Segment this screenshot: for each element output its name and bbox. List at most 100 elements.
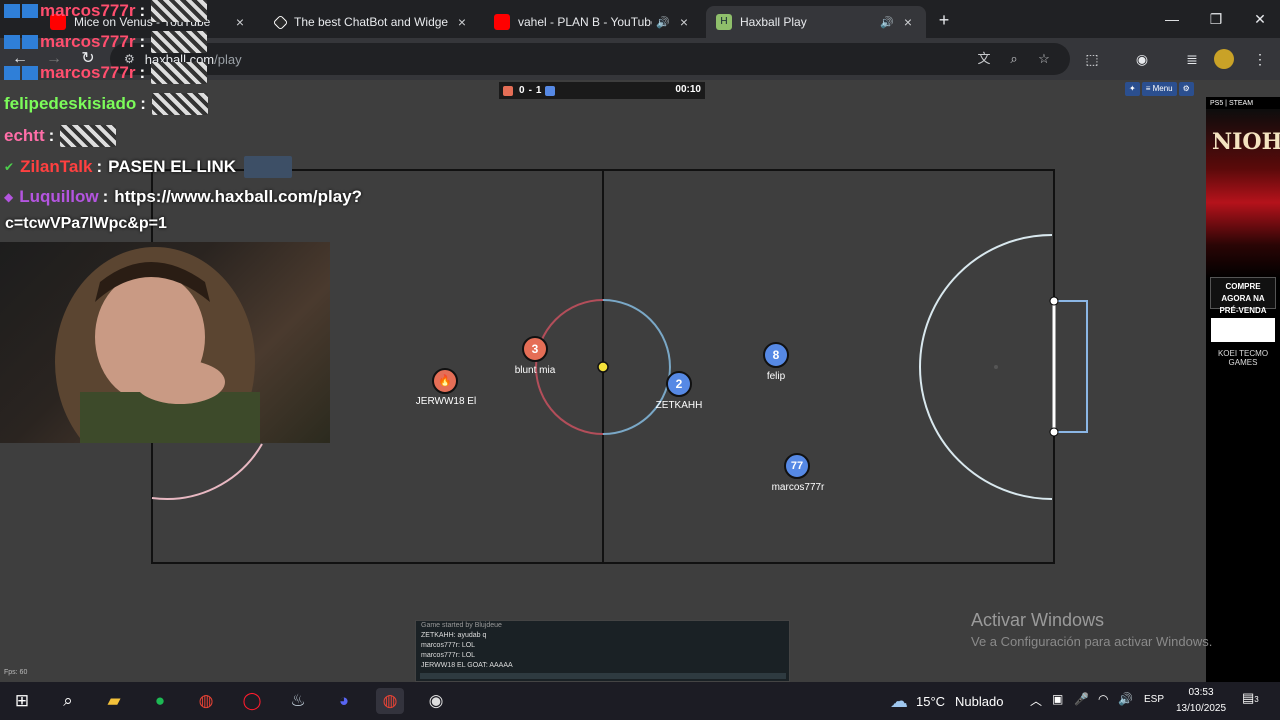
overlay-chat-message: felipedeskisiado : (4, 93, 208, 115)
obs-icon[interactable]: ◉ (422, 688, 450, 714)
badge-icon (22, 35, 38, 49)
profile-avatar[interactable] (1214, 49, 1234, 69)
emote-icon (151, 31, 208, 53)
gear-icon[interactable]: ⚙ (1178, 82, 1194, 96)
check-icon: ✔ (4, 160, 15, 174)
badge-icon (4, 35, 20, 49)
wifi-icon[interactable]: ◠ (1098, 692, 1108, 706)
overlay-chat-message: marcos777r : (4, 31, 208, 53)
fps-counter: Fps: 60 (4, 669, 28, 676)
audio-playing-icon[interactable]: 🔊 (880, 16, 894, 29)
maximize-button[interactable]: ❐ (1194, 0, 1238, 38)
chat-input[interactable] (420, 673, 786, 679)
chat-line: ZETKAHH: ayudab q (421, 632, 487, 639)
chat-line: Game started by Blujdeue (421, 622, 502, 629)
ad-logo: NIOH (1212, 129, 1280, 155)
age-rating-badge (1210, 317, 1276, 343)
translate-icon[interactable]: 文 (974, 49, 994, 69)
weather-desc: Nublado (955, 693, 1004, 709)
spotify-icon[interactable]: ● (146, 688, 174, 714)
activate-windows-title: Activar Windows (971, 610, 1105, 630)
chrome-icon[interactable]: ◍ (192, 688, 220, 714)
reading-list-icon[interactable]: ≣ (1180, 47, 1204, 71)
overlay-chat-message: ◆ Luquillow : https://www.haxball.com/pl… (4, 187, 363, 206)
match-timer: 00:10 (675, 84, 701, 95)
player-name-label: marcos777r (771, 482, 825, 493)
cloud-icon: ☁ (890, 690, 908, 711)
close-tab-icon[interactable]: × (900, 14, 916, 30)
emote-icon (151, 62, 208, 84)
blue-score: 1 (535, 85, 542, 96)
windows-start-icon[interactable]: ⊞ (8, 688, 36, 714)
minimize-button[interactable]: — (1150, 0, 1194, 38)
player-number: 8 (772, 348, 780, 362)
notification-icon[interactable]: ▤3 (1242, 690, 1259, 706)
clock-date: 13/10/2025 (1175, 703, 1227, 714)
microphone-icon[interactable]: 🎤 (1074, 692, 1089, 706)
device-icon[interactable]: ▣ (1052, 692, 1063, 706)
ad-cta[interactable]: COMPRE AGORA NA PRÉ-VENDA (1210, 277, 1276, 315)
zoom-icon[interactable]: ⌕ (1004, 49, 1024, 69)
badge-icon (22, 4, 38, 18)
tab-vahel-plan-b[interactable]: vahel - PLAN B - YouTube 🔊 × (484, 6, 702, 38)
badge-icon (4, 66, 20, 80)
close-tab-icon[interactable]: × (676, 14, 692, 30)
player-name-label: blunt mia (514, 365, 556, 376)
player-name-label: ZETKAHH (655, 400, 703, 411)
chat-username: marcos777r (40, 1, 136, 20)
overlay-chat-message: marcos777r : (4, 0, 208, 22)
player-marcos777r: 77 (784, 453, 810, 479)
weather-widget[interactable]: ☁ 15°C Nublado (890, 682, 1003, 720)
emote-icon (151, 0, 208, 22)
player-number: 77 (790, 460, 804, 472)
search-icon[interactable]: ⌕ (54, 688, 82, 714)
gem-icon: ◆ (4, 190, 14, 204)
weather-temp: 15°C (916, 693, 946, 709)
discord-icon[interactable]: ◕ (330, 688, 358, 714)
emote-icon (60, 125, 117, 147)
opera-gx-icon[interactable]: ◯ (238, 688, 266, 714)
close-window-button[interactable]: ✕ (1238, 0, 1280, 38)
score-separator: - (528, 85, 532, 96)
red-score: 0 (519, 85, 525, 96)
chevron-up-icon[interactable]: ︿ (1030, 692, 1042, 709)
close-tab-icon[interactable]: × (454, 14, 470, 30)
chat-username: marcos777r (40, 63, 136, 82)
player-number: 3 (531, 342, 539, 356)
chrome-active-icon[interactable]: ◍ (376, 688, 404, 714)
overlay-chat-message: ✔ ZilanTalk : PASEN EL LINK (4, 156, 293, 178)
chat-username: Luquillow (19, 187, 99, 206)
tab-haxball-play[interactable]: H Haxball Play 🔊 × (706, 6, 926, 38)
activate-windows-subtitle: Ve a Configuración para activar Windows. (971, 634, 1213, 649)
audio-playing-icon[interactable]: 🔊 (656, 16, 670, 29)
side-advertisement[interactable]: PS5 | STEAM NIOH COMPRE AGORA NA PRÉ-VEN… (1206, 97, 1280, 682)
webcam-feed (0, 242, 330, 443)
chat-line: marcos777r: LOL (421, 652, 476, 659)
emote-icon (151, 93, 208, 115)
new-tab-button[interactable]: + (932, 8, 956, 32)
overlay-chat-message: echtt : (4, 125, 117, 147)
bookmark-star-icon[interactable]: ☆ (1034, 49, 1054, 69)
language-indicator[interactable]: ESP (1144, 694, 1164, 705)
more-menu-icon[interactable]: ⋮ (1248, 47, 1272, 71)
file-explorer-icon[interactable]: ▰ (100, 688, 128, 714)
field-spot (994, 365, 998, 369)
chat-username: ZilanTalk (20, 157, 93, 176)
chat-username: marcos777r (40, 32, 136, 51)
speaker-icon[interactable]: 🔊 (1118, 692, 1133, 706)
chat-username: felipedeskisiado (4, 94, 137, 113)
steam-icon[interactable]: ♨ (284, 688, 312, 714)
youtube-icon (494, 14, 510, 30)
badge-icon (4, 4, 20, 18)
emote-icon (244, 156, 293, 178)
settings-icon[interactable]: ✦ (1125, 82, 1140, 96)
extensions-icon[interactable]: ⬚ (1080, 47, 1104, 71)
system-clock[interactable]: 03:53 13/10/2025 (1170, 685, 1232, 717)
media-control-icon[interactable]: ◉ (1130, 47, 1154, 71)
screen: Mice on Venus - YouTube × The best ChatB… (0, 0, 1280, 720)
player-name-label: felip (766, 371, 786, 382)
player-felip: 8 (763, 342, 789, 368)
chat-line: JERWW18 EL GOAT: AAAAA (421, 662, 513, 669)
menu-button[interactable]: ≡ Menu (1141, 82, 1177, 96)
player-avatar: 🔥 (438, 375, 452, 387)
